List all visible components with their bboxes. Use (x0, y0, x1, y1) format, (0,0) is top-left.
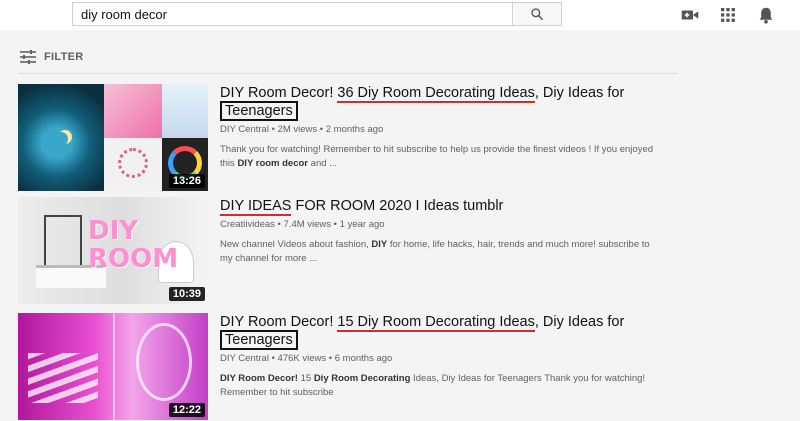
filter-button[interactable]: FILTER (20, 50, 83, 64)
channel-info: DIY Central • 2M views • 2 months ago (220, 124, 384, 135)
duration-badge: 13:26 (168, 174, 205, 188)
video-result-3[interactable]: 12:22 DIY Room Decor! 15 Diy Room Decora… (18, 313, 678, 421)
top-bar (0, 0, 800, 30)
video-title[interactable]: DIY Room Decor! 36 Diy Room Decorating I… (220, 84, 660, 121)
video-camera-icon[interactable] (680, 5, 700, 25)
video-meta: DIY IDEAS FOR ROOM 2020 I Ideas tumblr C… (220, 197, 660, 266)
search-box (72, 2, 562, 26)
video-title[interactable]: DIY IDEAS FOR ROOM 2020 I Ideas tumblr (220, 197, 660, 216)
channel-name[interactable]: Creatiivideas (220, 219, 275, 230)
video-thumbnail[interactable]: 12:22 (18, 313, 208, 420)
channel-info: Creatiivideas • 7.4M views • 1 year ago (220, 219, 385, 230)
upload-age: 2 months ago (325, 124, 384, 135)
video-thumbnail[interactable]: 13:26 (18, 84, 208, 191)
duration-badge: 12:22 (168, 403, 205, 417)
video-description: Thank you for watching! Remember to hit … (220, 144, 654, 169)
channel-info: DIY Central • 476K views • 6 months ago (220, 353, 393, 364)
video-description: New channel Videos about fashion, DIY fo… (220, 239, 650, 264)
video-title[interactable]: DIY Room Decor! 15 Diy Room Decorating I… (220, 313, 660, 350)
upload-age: 6 months ago (334, 353, 393, 364)
filter-sliders-icon (20, 50, 36, 64)
view-count: 476K views (277, 353, 327, 364)
apps-grid-icon[interactable] (718, 5, 738, 25)
video-result-2[interactable]: DIY ROOM 10:39 DIY IDEAS FOR ROOM 2020 I … (18, 197, 678, 305)
channel-name[interactable]: DIY Central (220, 124, 269, 135)
video-meta: DIY Room Decor! 36 Diy Room Decorating I… (220, 84, 660, 171)
video-result-1[interactable]: 13:26 DIY Room Decor! 36 Diy Room Decora… (18, 84, 678, 192)
video-description: DIY Room Decor! 15 Diy Room Decorating I… (220, 373, 646, 398)
video-meta: DIY Room Decor! 15 Diy Room Decorating I… (220, 313, 660, 400)
search-icon (531, 8, 544, 21)
view-count: 2M views (277, 124, 318, 135)
bell-icon[interactable] (756, 5, 776, 25)
thumbnail-text: DIY ROOM (88, 216, 179, 274)
upload-age: 1 year ago (339, 219, 385, 230)
header-actions (680, 5, 776, 25)
thumbnail-image (18, 84, 104, 191)
divider (18, 73, 678, 74)
view-count: 7.4M views (283, 219, 332, 230)
channel-name[interactable]: DIY Central (220, 353, 269, 364)
search-input[interactable] (73, 3, 512, 25)
video-thumbnail[interactable]: DIY ROOM 10:39 (18, 197, 208, 304)
filter-label: FILTER (44, 51, 84, 63)
search-button[interactable] (512, 3, 561, 25)
duration-badge: 10:39 (168, 287, 205, 301)
